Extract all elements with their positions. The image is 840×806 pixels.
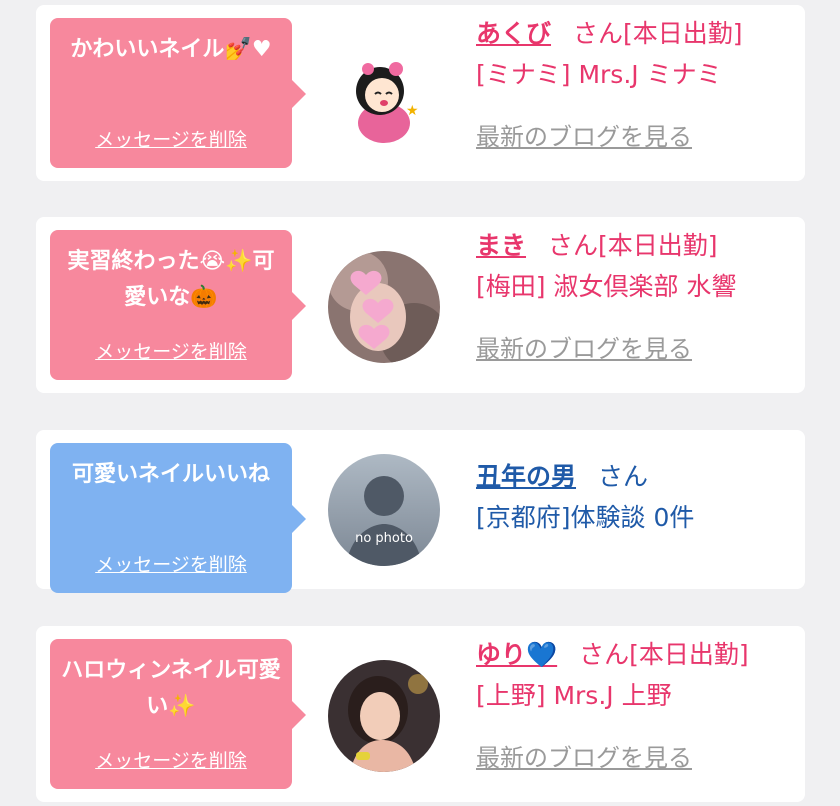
message-bubble: 可愛いネイルいいね メッセージを削除: [50, 443, 306, 593]
message-emoji: 💅♥: [224, 37, 272, 62]
message-text: 実習終わった😭✨可愛いな🎃: [60, 244, 282, 316]
avatar-no-photo-silhouette-icon[interactable]: no photo: [328, 454, 440, 566]
sender-name-link[interactable]: あくび: [476, 19, 551, 48]
delete-message-link[interactable]: メッセージを削除: [50, 125, 292, 152]
sender-info: まき さん[本日出勤] [梅田] 淑女倶楽部 水響 最新のブログを見る: [476, 227, 795, 364]
message-bubble: 実習終わった😭✨可愛いな🎃 メッセージを削除: [50, 230, 306, 380]
sender-line: まき さん[本日出勤]: [476, 227, 795, 265]
message-card: ハロウィンネイル可愛い✨ メッセージを削除 ゆり💙 さん[本日出勤] [上野] M…: [36, 626, 805, 802]
sender-info: 丑年の男 さん [京都府]体験談 0件: [476, 440, 795, 540]
avatar-cartoon-girl-sticker-icon[interactable]: ★: [328, 39, 440, 151]
message-emoji: 🎃: [190, 285, 218, 310]
latest-blog-link[interactable]: 最新のブログを見る: [476, 738, 692, 773]
sender-line: ゆり💙 さん[本日出勤]: [476, 636, 795, 674]
sender-shop: [梅田] 淑女倶楽部 水響: [476, 272, 737, 301]
sender-review-count: [京都府]体験談 0件: [476, 503, 695, 532]
message-card: 実習終わった😭✨可愛いな🎃 メッセージを削除 まき さん[本日出勤] [梅田] 淑…: [36, 217, 805, 393]
sender-shop: [ミナミ] Mrs.J ミナミ: [476, 60, 722, 89]
message-text-body: 可愛いネイルいいね: [71, 462, 270, 487]
delete-message-link[interactable]: メッセージを削除: [50, 550, 292, 577]
message-text: かわいいネイル💅♥: [60, 32, 282, 68]
sender-status: さん[本日出勤]: [573, 19, 743, 48]
message-emoji: ✨: [168, 694, 196, 719]
sender-name-link[interactable]: まき: [476, 231, 526, 260]
sender-status: さん[本日出勤]: [579, 640, 749, 669]
message-text: 可愛いネイルいいね: [60, 457, 282, 493]
avatar-profile-photo-heart-masked-icon[interactable]: [328, 251, 440, 363]
sender-shop: [上野] Mrs.J 上野: [476, 681, 672, 710]
message-list: かわいいネイル💅♥ メッセージを削除 ★ あくび さん[本日出勤] [ミナミ] …: [0, 0, 840, 806]
sender-status: さん[本日出勤]: [548, 231, 718, 260]
message-bubble: かわいいネイル💅♥ メッセージを削除: [50, 18, 306, 168]
sender-info: あくび さん[本日出勤] [ミナミ] Mrs.J ミナミ 最新のブログを見る: [476, 15, 795, 152]
sender-status: さん: [598, 462, 649, 491]
sender-name-link[interactable]: ゆり💙: [476, 640, 557, 669]
message-card: 可愛いネイルいいね メッセージを削除 no photo 丑年の男 さん [京都府…: [36, 430, 805, 593]
svg-text:★: ★: [406, 103, 419, 119]
sender-line: 丑年の男 さん: [476, 458, 795, 496]
sender-line: あくび さん[本日出勤]: [476, 15, 795, 53]
message-card: かわいいネイル💅♥ メッセージを削除 ★ あくび さん[本日出勤] [ミナミ] …: [36, 5, 805, 181]
delete-message-link[interactable]: メッセージを削除: [50, 337, 292, 364]
sender-name-link[interactable]: 丑年の男: [476, 462, 576, 491]
message-text: ハロウィンネイル可愛い✨: [60, 653, 282, 725]
delete-message-link[interactable]: メッセージを削除: [50, 746, 292, 773]
no-photo-caption: no photo: [355, 531, 413, 546]
message-text-body: 実習終わった😭✨可愛いな: [67, 249, 275, 310]
avatar-profile-photo-woman-icon[interactable]: [328, 660, 440, 772]
latest-blog-link[interactable]: 最新のブログを見る: [476, 117, 692, 152]
message-bubble: ハロウィンネイル可愛い✨ メッセージを削除: [50, 639, 306, 789]
message-text-body: かわいいネイル: [70, 37, 225, 62]
latest-blog-link[interactable]: 最新のブログを見る: [476, 329, 692, 364]
sender-info: ゆり💙 さん[本日出勤] [上野] Mrs.J 上野 最新のブログを見る: [476, 636, 795, 773]
